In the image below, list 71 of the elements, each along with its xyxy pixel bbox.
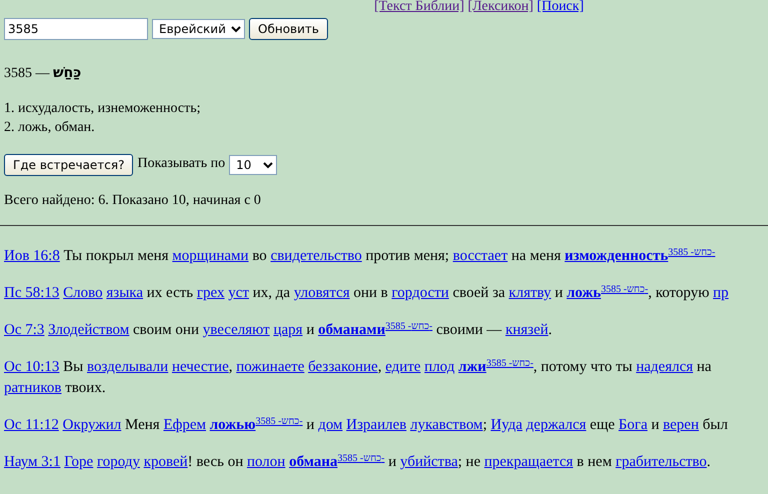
word-link[interactable]: восстает [452, 248, 508, 264]
nav-link[interactable]: [Лексикон] [468, 0, 534, 14]
word-link[interactable]: полон [246, 454, 286, 470]
search-field[interactable]: 3585 [4, 18, 148, 40]
word-link[interactable]: возделывали [87, 359, 168, 376]
word-link[interactable]: верен [663, 416, 699, 433]
word-link[interactable]: кровей [144, 454, 188, 470]
word-link[interactable]: лукавством [410, 416, 483, 433]
word-link[interactable]: грех [196, 284, 225, 301]
word-link[interactable]: князей [505, 322, 548, 338]
word-link[interactable]: нечестие [172, 359, 229, 376]
word-link[interactable]: Ефрем [163, 416, 206, 433]
matched-word-link[interactable]: ложь [566, 284, 601, 301]
word-link[interactable]: Иуда [490, 416, 522, 433]
matched-word-link[interactable]: лжи [458, 359, 486, 376]
word-link[interactable]: Горе [64, 454, 94, 470]
word-link[interactable]: плод [424, 359, 455, 376]
entry-number: 3585 — [4, 66, 50, 81]
word-link[interactable]: увеселяют [202, 322, 270, 338]
word-link[interactable]: ратников [4, 380, 62, 396]
verse-reference-link[interactable]: Иов 16:8 [4, 248, 60, 264]
word-link[interactable]: держался [526, 416, 586, 433]
word-link[interactable]: Слово [63, 284, 103, 301]
verse-reference-link[interactable]: Пс 58:13 [4, 284, 60, 301]
word-link[interactable]: Злодейством [48, 322, 130, 338]
word-link[interactable]: царя [273, 322, 303, 338]
results-summary: Всего найдено: 6. Показано 10, начиная с 0 [4, 192, 262, 210]
word-link[interactable]: убийства [400, 454, 458, 470]
strong-number-link[interactable]: 3585 -כחש- [601, 284, 648, 295]
nav-link[interactable]: [Поиск] [536, 0, 584, 14]
word-link[interactable]: городу [96, 454, 140, 470]
language-dropdown[interactable]: Еврейский [152, 19, 245, 39]
word-link[interactable]: прекращается [484, 454, 574, 470]
word-link[interactable]: пр [713, 284, 729, 301]
definition-text: 2. ложь, обман. [4, 118, 96, 137]
strong-number-link[interactable]: 3585 -כחש- [338, 453, 385, 464]
word-link[interactable]: клятву [508, 284, 552, 301]
strong-number-link[interactable]: 3585 -כחש- [668, 246, 716, 258]
word-link[interactable]: Израилев [346, 416, 406, 433]
word-link[interactable]: грабительство [616, 454, 707, 470]
per-page-dropdown[interactable]: 10 [229, 154, 278, 175]
verse-reference-link[interactable]: Наум 3:1 [4, 454, 60, 470]
word-link[interactable]: надеялся [636, 359, 694, 376]
strong-number-link[interactable]: 3585 -כחש- [385, 321, 432, 332]
matched-word-link[interactable]: обмана [289, 454, 338, 470]
hebrew-word: כַּחַשׁ [53, 65, 82, 81]
word-link[interactable]: языка [106, 284, 144, 301]
per-page-label: Показывать по [137, 155, 226, 174]
word-link[interactable]: морщинами [172, 248, 249, 264]
verse-reference-link[interactable]: Ос 7:3 [4, 322, 44, 338]
word-link[interactable]: уловятся [294, 284, 350, 301]
update-button[interactable]: Обновить [249, 18, 328, 40]
word-link[interactable]: Окружил [62, 416, 122, 433]
word-link[interactable]: свидетельство [270, 248, 362, 264]
strong-number-link[interactable]: 3585 -כחש- [486, 358, 534, 370]
verse-reference-link[interactable]: Ос 10:13 [4, 359, 60, 376]
word-link[interactable]: беззаконие [308, 359, 378, 376]
occurrences-button[interactable]: Где встречается? [4, 154, 134, 176]
strong-number-link[interactable]: 3585 -כחש- [256, 416, 303, 427]
word-link[interactable]: пожинаете [236, 359, 304, 376]
word-link[interactable]: уст [228, 284, 249, 301]
matched-word-link[interactable]: ложью [210, 416, 256, 433]
matched-word-link[interactable]: обманами [318, 322, 386, 338]
word-link[interactable]: гордости [392, 284, 449, 301]
word-link[interactable]: дом [318, 416, 343, 433]
word-link[interactable]: едите [385, 359, 421, 376]
verse-reference-link[interactable]: Ос 11:12 [4, 416, 59, 433]
word-link[interactable]: Бога [618, 416, 648, 433]
definition-text: 1. исхудалость, изнеможенность; [4, 100, 202, 118]
nav-link[interactable]: [Текст Библии] [374, 0, 464, 14]
matched-word-link[interactable]: изможденность [564, 248, 668, 264]
